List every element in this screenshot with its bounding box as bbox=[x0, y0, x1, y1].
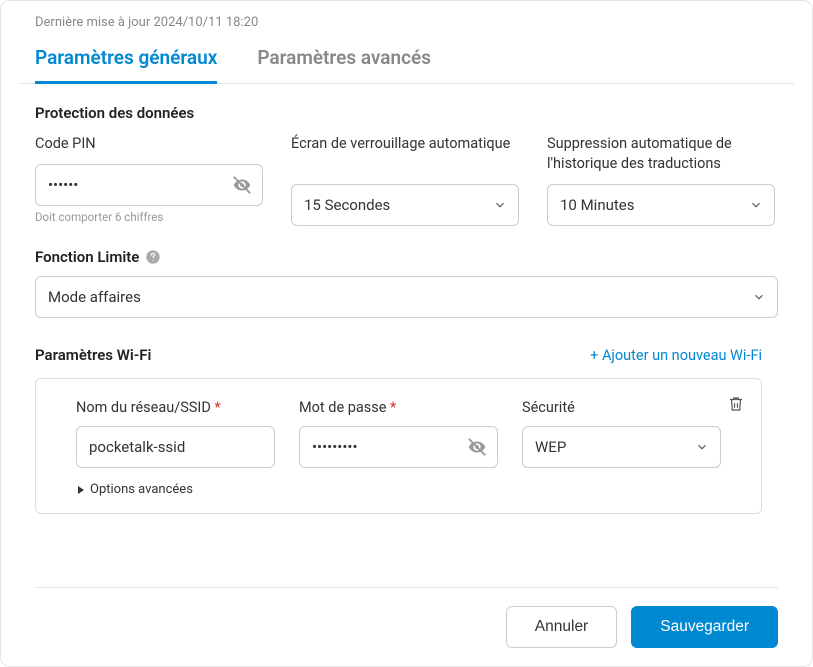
tab-general[interactable]: Paramètres généraux bbox=[35, 38, 217, 84]
security-select[interactable] bbox=[522, 426, 721, 468]
pin-label: Code PIN bbox=[35, 134, 263, 154]
eye-off-icon[interactable] bbox=[231, 174, 253, 196]
data-protection-row: Code PIN Doit comporter 6 chiffres Écran… bbox=[35, 134, 778, 226]
limitation-section: Fonction Limite bbox=[35, 248, 778, 318]
pin-field: Code PIN Doit comporter 6 chiffres bbox=[35, 134, 263, 224]
autolock-label: Écran de verrouillage automatique bbox=[291, 134, 519, 174]
add-wifi-button[interactable]: + Ajouter un nouveau Wi-Fi bbox=[590, 347, 762, 364]
pin-input[interactable] bbox=[35, 164, 263, 206]
tabs: Paramètres généraux Paramètres avancés bbox=[19, 38, 794, 84]
data-protection-heading: Protection des données bbox=[35, 104, 778, 122]
ssid-field: Nom du réseau/SSID * bbox=[76, 399, 275, 468]
caret-right-icon bbox=[76, 485, 86, 495]
footer: Annuler Sauvegarder bbox=[35, 587, 778, 648]
help-icon[interactable] bbox=[145, 249, 161, 265]
ssid-input[interactable] bbox=[76, 426, 275, 468]
autolock-field: Écran de verrouillage automatique bbox=[291, 134, 519, 226]
save-button[interactable]: Sauvegarder bbox=[631, 606, 778, 648]
autodelete-select[interactable] bbox=[547, 184, 775, 226]
wifi-heading: Paramètres Wi-Fi bbox=[35, 346, 151, 364]
wifi-header: Paramètres Wi-Fi + Ajouter un nouveau Wi… bbox=[35, 346, 778, 364]
trash-icon[interactable] bbox=[727, 395, 745, 413]
eye-off-icon[interactable] bbox=[466, 436, 488, 458]
pin-helper: Doit comporter 6 chiffres bbox=[35, 210, 263, 224]
cancel-button[interactable]: Annuler bbox=[506, 606, 617, 648]
wifi-password-label: Mot de passe * bbox=[299, 399, 498, 416]
limitation-heading: Fonction Limite bbox=[35, 248, 139, 266]
wifi-password-field: Mot de passe * bbox=[299, 399, 498, 468]
content: Protection des données Code PIN Doit com… bbox=[19, 104, 794, 514]
settings-card: Dernière mise à jour 2024/10/11 18:20 Pa… bbox=[0, 0, 813, 667]
wifi-advanced-toggle[interactable]: Options avancées bbox=[76, 482, 721, 497]
autodelete-field: Suppression automatique de l'historique … bbox=[547, 134, 775, 226]
wifi-advanced-label: Options avancées bbox=[90, 482, 193, 497]
ssid-label: Nom du réseau/SSID * bbox=[76, 399, 275, 416]
wifi-entry: Nom du réseau/SSID * Mot de passe * Sécu… bbox=[35, 378, 762, 514]
security-label: Sécurité bbox=[522, 399, 721, 416]
tab-advanced[interactable]: Paramètres avancés bbox=[257, 38, 431, 84]
autolock-select[interactable] bbox=[291, 184, 519, 226]
last-updated: Dernière mise à jour 2024/10/11 18:20 bbox=[19, 15, 794, 30]
security-field: Sécurité bbox=[522, 399, 721, 468]
autodelete-label: Suppression automatique de l'historique … bbox=[547, 134, 775, 174]
limitation-select[interactable] bbox=[35, 276, 778, 318]
